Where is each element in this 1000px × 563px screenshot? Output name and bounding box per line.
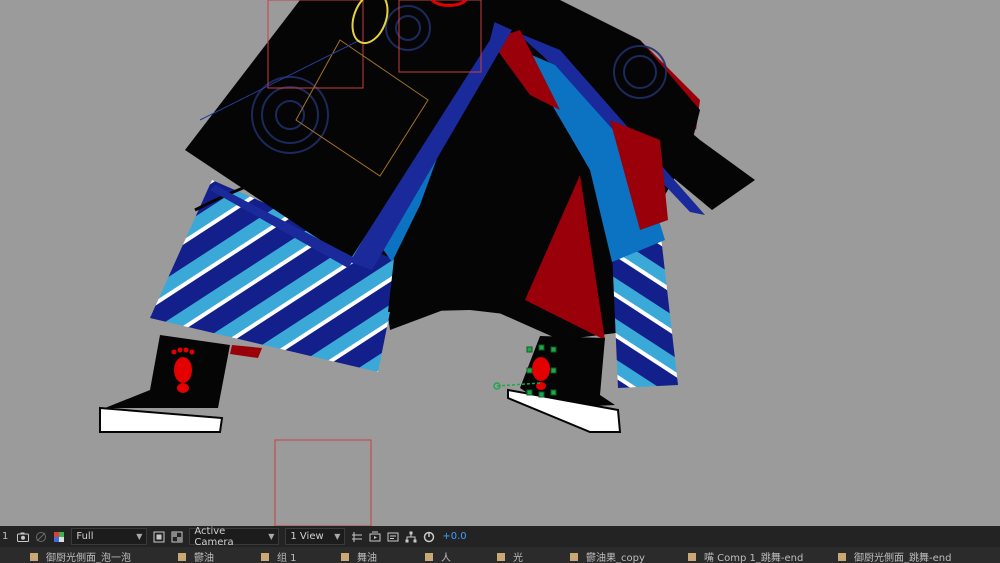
- layer-tab[interactable]: 光: [497, 549, 523, 563]
- composition-viewer[interactable]: [0, 0, 1000, 526]
- label-color-swatch: [30, 552, 38, 561]
- region-of-interest-icon[interactable]: [152, 530, 166, 544]
- viewer-toolbar: 1 Full ▼ Active Camera ▼ 1 View ▼ +0.0: [0, 525, 1000, 548]
- label-color-swatch: [425, 552, 433, 561]
- toggle-pixel-aspect-icon[interactable]: [350, 530, 364, 544]
- character-artwork: [99, 0, 755, 526]
- timeline-icon[interactable]: [386, 530, 400, 544]
- camera-dropdown[interactable]: Active Camera ▼: [189, 525, 280, 548]
- layer-name: 鬱油果_copy: [586, 553, 645, 563]
- layer-tab[interactable]: 嘴 Comp 1_跳舞-end: [688, 549, 803, 563]
- label-color-swatch: [178, 552, 186, 561]
- color-channel-icon[interactable]: [52, 530, 66, 544]
- exposure-value[interactable]: +0.0: [442, 531, 466, 542]
- left-boot: [105, 335, 230, 408]
- left-cuff-red: [230, 345, 262, 358]
- label-color-swatch: [688, 552, 696, 561]
- label-color-swatch: [838, 552, 846, 561]
- fast-previews-icon[interactable]: [368, 530, 382, 544]
- chevron-down-icon: ▼: [136, 532, 143, 541]
- layer-tab[interactable]: 御厨光側面_跳舞-end: [838, 549, 951, 563]
- layer-tab[interactable]: 鬱油果_copy: [570, 549, 645, 563]
- layer-name: 嘴 Comp 1_跳舞-end: [704, 553, 804, 563]
- label-color-swatch: [497, 552, 505, 561]
- label-color-swatch: [261, 552, 269, 561]
- layer-name: 鬱油: [194, 553, 214, 563]
- transparency-grid-icon[interactable]: [170, 530, 184, 544]
- frame-number: 1: [2, 531, 9, 542]
- layer-tab[interactable]: 舞油: [341, 549, 377, 563]
- layer-tab[interactable]: 鬱油: [178, 549, 214, 563]
- chevron-down-icon: ▼: [268, 532, 275, 541]
- layer-bounds-3: [274, 439, 372, 526]
- camera-icon[interactable]: [16, 530, 30, 544]
- layer-tab[interactable]: 组 1: [261, 549, 297, 563]
- show-snapshot-icon[interactable]: [34, 530, 48, 544]
- flowchart-icon[interactable]: [404, 530, 418, 544]
- layer-name: 御厨光側面_跳舞-end: [854, 553, 952, 563]
- layer-name: 舞油: [357, 553, 377, 563]
- layer-tab[interactable]: 御厨光側面_泡一泡: [30, 549, 131, 563]
- label-color-swatch: [570, 552, 578, 561]
- resolution-value: Full: [76, 531, 94, 542]
- views-dropdown[interactable]: 1 View ▼: [285, 528, 346, 545]
- layer-name: 人: [441, 553, 451, 563]
- layer-tab[interactable]: 人: [425, 549, 451, 563]
- layer-name: 御厨光側面_泡一泡: [46, 553, 131, 563]
- chevron-down-icon: ▼: [334, 532, 341, 541]
- layer-name: 光: [513, 553, 523, 563]
- label-color-swatch: [341, 552, 349, 561]
- reset-exposure-icon[interactable]: [422, 530, 436, 544]
- left-shoe-sole: [99, 406, 224, 433]
- views-value: 1 View: [290, 531, 324, 542]
- camera-value: Active Camera: [194, 525, 234, 548]
- layer-tabs-bar: 御厨光側面_泡一泡 鬱油 组 1 舞油 人 光 鬱油果_copy 嘴 Comp …: [0, 547, 1000, 563]
- resolution-dropdown[interactable]: Full ▼: [71, 528, 148, 545]
- layer-name: 组 1: [277, 553, 297, 563]
